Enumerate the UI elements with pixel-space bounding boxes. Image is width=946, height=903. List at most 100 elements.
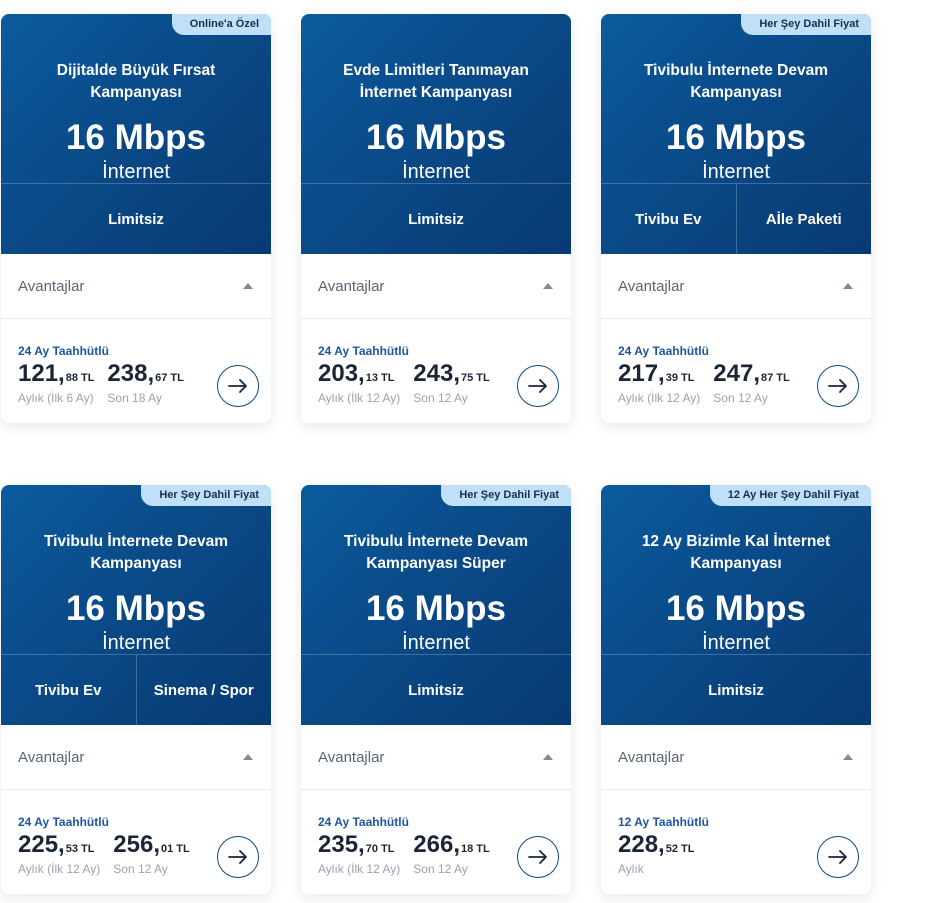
price-integer: 225 [18,831,59,858]
go-to-campaign-button[interactable] [517,836,559,878]
chevron-up-icon[interactable] [843,283,853,289]
campaign-badge: Her Şey Dahil Fiyat [441,485,571,506]
price-integer: 121 [18,360,59,387]
price-currency: TL [476,372,490,384]
price-column: 247,87 TL Son 12 Ay [713,360,789,405]
price-comma: , [453,360,460,387]
advantages-toggle[interactable]: Avantajlar [301,725,571,790]
package-option[interactable]: Tivibu Ev [601,184,736,255]
package-option[interactable]: Sinema / Spor [135,655,272,726]
price-decimal: 75 [460,372,474,384]
campaign-header: Her Şey Dahil Fiyat Tivibulu İnternete De… [301,485,571,725]
service-name: İnternet [702,161,770,183]
advantages-label: Avantajlar [18,277,85,295]
price-currency: TL [80,372,95,384]
advantages-toggle[interactable]: Avantajlar [301,254,571,319]
price-decimal: 18 [460,843,474,855]
package-option[interactable]: Limitsiz [601,655,871,726]
package-options: Tivibu Ev Aİle Paketi [601,183,871,255]
price-period: Aylık (İlk 12 Ay) [318,862,401,876]
price-currency: TL [476,843,490,855]
price-period: Aylık (İlk 12 Ay) [18,862,101,876]
price-integer: 217 [618,360,659,387]
commitment-term: 24 Ay Taahhütlü [18,815,109,829]
price-column: 225,53 TL Aylık (İlk 12 Ay) [18,831,100,876]
campaign-title: 12 Ay Bizimle Kal İnternet Kampanyası [641,533,831,572]
price-column: 235,70 TL Aylık (İlk 12 Ay) [318,831,400,876]
package-options: Limitsiz [601,654,871,726]
arrow-right-icon [228,850,247,864]
package-option[interactable]: Aİle Paketi [735,184,872,255]
price-area: 24 Ay Taahhütlü 225,53 TL Aylık (İlk 12 Ay)… [1,790,271,894]
arrow-right-icon [828,850,847,864]
chevron-up-icon[interactable] [843,754,853,760]
price-period: Aylık (İlk 12 Ay) [318,391,401,405]
price-column: 238,67 TL Son 18 Ay [107,360,183,405]
campaign-card: Her Şey Dahil Fiyat Tivibulu İnternete De… [601,14,871,423]
price-integer: 247 [713,360,754,387]
chevron-up-icon[interactable] [543,754,553,760]
price-period: Son 12 Ay [713,391,768,405]
price-comma: , [658,831,665,858]
advantages-label: Avantajlar [618,748,685,766]
price-decimal: 13 [365,372,378,384]
chevron-up-icon[interactable] [243,754,253,760]
price-comma: , [658,360,665,387]
chevron-up-icon[interactable] [243,283,253,289]
go-to-campaign-button[interactable] [817,836,859,878]
advantages-label: Avantajlar [618,277,685,295]
price-amount: 225,53 TL [18,831,100,859]
price-amount: 247,87 TL [713,360,789,388]
price-list: 225,53 TL Aylık (İlk 12 Ay) 256,01 TL Son 12 … [18,831,203,876]
price-currency: TL [680,843,695,855]
advantages-toggle[interactable]: Avantajlar [1,725,271,790]
price-integer: 203 [318,360,359,387]
package-options: Limitsiz [1,183,271,255]
price-area: 24 Ay Taahhütlü 217,39 TL Aylık (İlk 12 Ay)… [601,319,871,423]
commitment-term: 24 Ay Taahhütlü [18,344,109,358]
price-period: Aylık (İlk 6 Ay) [18,391,94,405]
price-decimal: 53 [65,843,78,855]
package-option[interactable]: Limitsiz [301,184,571,255]
package-options: Limitsiz [301,183,571,255]
price-integer: 228 [618,831,659,858]
package-option[interactable]: Tivibu Ev [1,655,136,726]
go-to-campaign-button[interactable] [817,365,859,407]
campaign-header: Evde Limitleri Tanımayan İnternet Kampan… [301,14,571,254]
price-currency: TL [380,372,395,384]
price-amount: 121,88 TL [18,360,94,388]
campaign-badge: 12 Ay Her Şey Dahil Fiyat [709,485,871,506]
price-column: 266,18 TL Son 12 Ay [413,831,489,876]
price-period: Aylık (İlk 12 Ay) [618,391,701,405]
price-period: Aylık [618,862,644,876]
price-integer: 243 [413,360,454,387]
advantages-toggle[interactable]: Avantajlar [601,725,871,790]
campaign-card: Her Şey Dahil Fiyat Tivibulu İnternete De… [1,485,271,894]
go-to-campaign-button[interactable] [217,836,259,878]
commitment-term: 24 Ay Taahhütlü [618,344,709,358]
price-amount: 266,18 TL [413,831,489,859]
price-column: 203,13 TL Aylık (İlk 12 Ay) [318,360,400,405]
service-name: İnternet [102,632,170,654]
price-area: 24 Ay Taahhütlü 203,13 TL Aylık (İlk 12 Ay)… [301,319,571,423]
price-area: 24 Ay Taahhütlü 235,70 TL Aylık (İlk 12 Ay)… [301,790,571,894]
arrow-right-icon [528,379,547,393]
campaign-card: 12 Ay Her Şey Dahil Fiyat 12 Ay Bizimle K… [601,485,871,894]
commitment-term: 24 Ay Taahhütlü [318,815,409,829]
price-amount: 256,01 TL [113,831,189,859]
chevron-up-icon[interactable] [543,283,553,289]
go-to-campaign-button[interactable] [217,365,259,407]
package-option[interactable]: Limitsiz [301,655,571,726]
speed-value: 16 Mbps [665,118,807,157]
price-comma: , [58,360,65,387]
price-column: 217,39 TL Aylık (İlk 12 Ay) [618,360,700,405]
advantages-toggle[interactable]: Avantajlar [601,254,871,319]
package-option[interactable]: Limitsiz [1,184,271,255]
advantages-toggle[interactable]: Avantajlar [1,254,271,319]
arrow-right-icon [228,379,247,393]
price-integer: 266 [413,831,454,858]
campaign-badge: Her Şey Dahil Fiyat [141,485,271,506]
campaign-title: Tivibulu İnternete Devam Kampanyası Süpe… [343,533,529,572]
price-amount: 217,39 TL [618,360,700,388]
go-to-campaign-button[interactable] [517,365,559,407]
